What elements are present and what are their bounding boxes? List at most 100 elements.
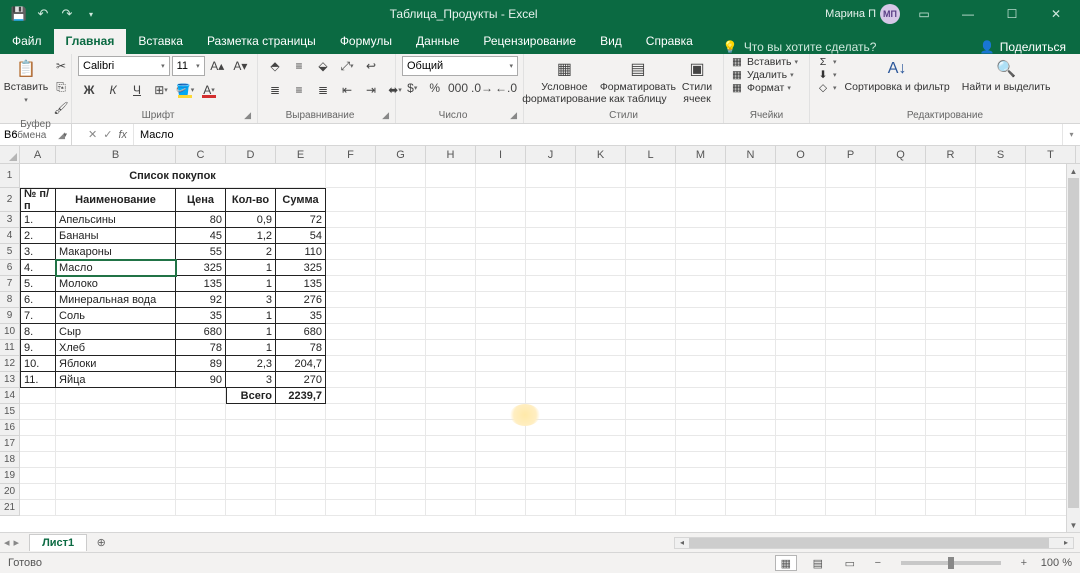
cell[interactable] [526,500,576,516]
sheet-nav-next-icon[interactable]: ▸ [14,536,20,549]
cell[interactable] [576,468,626,484]
cell[interactable] [20,452,56,468]
cell[interactable] [626,244,676,260]
cell[interactable] [526,468,576,484]
cell[interactable]: 1. [20,212,56,228]
cell[interactable] [526,292,576,308]
scroll-up-icon[interactable]: ▲ [1067,164,1080,178]
tab-help[interactable]: Справка [634,29,705,54]
cell[interactable] [926,468,976,484]
cell[interactable] [926,452,976,468]
cell[interactable]: 1 [226,340,276,356]
add-sheet-button[interactable]: ⊕ [91,536,111,549]
cell[interactable] [776,228,826,244]
cell[interactable] [976,292,1026,308]
cell[interactable] [726,292,776,308]
cell[interactable] [976,356,1026,372]
cell[interactable] [326,468,376,484]
cell[interactable] [876,356,926,372]
cell[interactable] [576,324,626,340]
row-header[interactable]: 19 [0,468,20,484]
cell[interactable] [926,436,976,452]
cell[interactable] [776,388,826,404]
cell[interactable] [976,188,1026,212]
cell[interactable] [576,372,626,388]
cell[interactable] [676,292,726,308]
align-center-icon[interactable]: ≡ [288,80,310,100]
cell[interactable] [976,420,1026,436]
cell[interactable] [976,452,1026,468]
cell[interactable] [56,452,176,468]
qat-customize-icon[interactable]: ▾ [80,3,102,25]
cell[interactable]: 680 [276,324,326,340]
cell[interactable]: 1 [226,308,276,324]
zoom-slider[interactable] [901,561,1001,565]
cell[interactable] [826,468,876,484]
row-header[interactable]: 2 [0,188,20,212]
decrease-decimal-icon[interactable]: ←.0 [495,78,517,98]
cell[interactable]: 6. [20,292,56,308]
cell[interactable] [776,212,826,228]
cell[interactable] [176,500,226,516]
cell[interactable] [826,388,876,404]
share-button[interactable]: 👤 Поделиться [966,40,1080,54]
cell[interactable] [976,228,1026,244]
cell[interactable] [726,260,776,276]
select-all-button[interactable] [0,146,20,163]
cell[interactable] [426,276,476,292]
cell[interactable] [476,228,526,244]
cell[interactable] [626,420,676,436]
cell[interactable] [626,340,676,356]
row-header[interactable]: 16 [0,420,20,436]
cell[interactable] [376,340,426,356]
cell[interactable] [826,212,876,228]
scroll-right-icon[interactable]: ▸ [1059,538,1073,547]
cell[interactable] [926,188,976,212]
cell[interactable] [576,452,626,468]
cell[interactable] [776,404,826,420]
cell[interactable] [976,212,1026,228]
row-header[interactable]: 5 [0,244,20,260]
cell[interactable]: Всего [226,388,276,404]
cell[interactable] [426,404,476,420]
cell[interactable] [326,372,376,388]
cell[interactable] [626,452,676,468]
row-header[interactable]: 15 [0,404,20,420]
cell[interactable] [676,188,726,212]
cell[interactable] [676,164,726,188]
user-avatar[interactable]: МП [880,4,900,24]
italic-button[interactable]: К [102,80,124,100]
cell[interactable] [976,340,1026,356]
cell[interactable] [676,244,726,260]
column-header[interactable]: G [376,146,426,163]
fill-color-button[interactable]: 🪣▾ [174,80,196,100]
dialog-launcher-icon[interactable]: ◢ [504,110,517,121]
cell[interactable] [376,372,426,388]
cell[interactable] [20,484,56,500]
cell[interactable] [676,436,726,452]
cell[interactable] [726,164,776,188]
cell[interactable] [476,324,526,340]
cell[interactable] [876,372,926,388]
cell[interactable] [326,260,376,276]
cell[interactable] [676,212,726,228]
cell[interactable] [626,228,676,244]
cell[interactable]: 3. [20,244,56,260]
cell[interactable] [576,212,626,228]
cell[interactable]: 1 [226,276,276,292]
cell[interactable]: 78 [176,340,226,356]
cell[interactable] [726,388,776,404]
cell[interactable]: 55 [176,244,226,260]
cell[interactable] [326,452,376,468]
cell[interactable] [426,260,476,276]
cell[interactable] [676,452,726,468]
cell[interactable] [876,212,926,228]
column-header[interactable]: P [826,146,876,163]
tab-insert[interactable]: Вставка [126,29,195,54]
row-header[interactable]: 8 [0,292,20,308]
tab-review[interactable]: Рецензирование [471,29,588,54]
cell[interactable] [676,372,726,388]
cell[interactable] [526,356,576,372]
cell[interactable] [426,436,476,452]
cell[interactable]: 680 [176,324,226,340]
